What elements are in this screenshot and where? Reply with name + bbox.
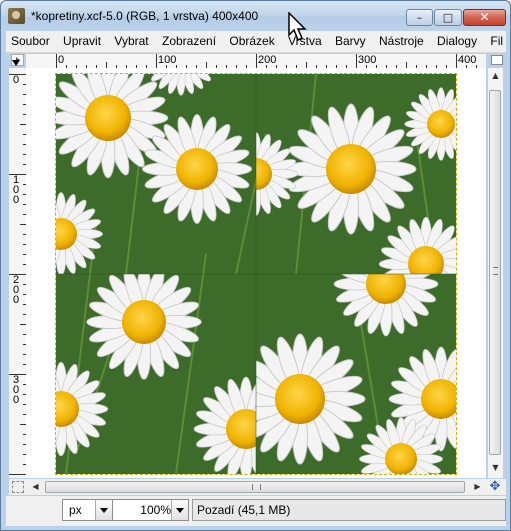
horizontal-grip-icon	[252, 484, 261, 490]
vertical-scrollbar[interactable]: ▲ ▼	[488, 68, 503, 478]
menu-barvy[interactable]: Barvy	[330, 31, 370, 52]
menu-bar: Soubor Upravit Vybrat Zobrazení Obrázek …	[6, 31, 506, 53]
hruler-label-300: 300	[358, 54, 377, 66]
menu-zobrazeni[interactable]: Zobrazení	[157, 31, 220, 52]
image-canvas[interactable]	[26, 68, 486, 478]
vertical-ruler[interactable]: 0 100 200 300	[9, 68, 27, 478]
window-title: *kopretiny.xcf-5.0 (RGB, 1 vrstva) 400x4…	[31, 9, 259, 23]
zoom-fit-icon[interactable]	[491, 55, 503, 65]
menu-filtry[interactable]: Fil	[485, 31, 506, 52]
menu-soubor[interactable]: Soubor	[6, 31, 54, 52]
maximize-icon: □	[442, 11, 454, 24]
unit-select[interactable]: px	[62, 499, 113, 521]
chevron-down-icon[interactable]	[95, 500, 112, 520]
maximize-button[interactable]: □	[434, 9, 462, 26]
navigate-icon[interactable]: ✥	[488, 480, 502, 494]
horizontal-scrollbar-row: ◀ ▶	[9, 479, 506, 495]
menu-obrazek[interactable]: Obrázek	[224, 31, 278, 52]
horizontal-ruler[interactable]: 0 100 200 300 400	[26, 54, 486, 69]
status-bar: px 100% Pozadí (45,1 MB)	[6, 496, 506, 526]
zoom-value: 100%	[140, 503, 171, 517]
vruler-label-0: 0	[12, 74, 20, 86]
menu-nastroje[interactable]: Nástroje	[374, 31, 428, 52]
menu-vybrat[interactable]: Vybrat	[109, 31, 152, 52]
vertical-ruler-ticks	[9, 74, 26, 475]
vertical-grip-icon	[493, 267, 498, 275]
hruler-label-100: 100	[158, 54, 177, 66]
mouse-cursor-icon	[288, 12, 307, 42]
zoom-select[interactable]: 100%	[112, 499, 189, 521]
vruler-label-200: 200	[12, 274, 20, 306]
close-button[interactable]: ✕	[463, 9, 506, 26]
ruler-pointer-icon	[12, 60, 20, 66]
hruler-label-400: 400	[458, 54, 477, 66]
app-icon	[8, 8, 25, 24]
gimp-image-window: *kopretiny.xcf-5.0 (RGB, 1 vrstva) 400x4…	[0, 0, 511, 531]
vruler-label-100: 100	[12, 174, 20, 206]
close-icon: ✕	[479, 10, 490, 24]
daisies-image	[56, 74, 456, 474]
title-bar[interactable]: *kopretiny.xcf-5.0 (RGB, 1 vrstva) 400x4…	[1, 1, 510, 31]
vertical-scroll-thumb[interactable]	[489, 90, 501, 455]
minimize-button[interactable]: –	[406, 9, 433, 26]
scroll-left-icon[interactable]: ◀	[29, 481, 42, 493]
vruler-label-300: 300	[12, 374, 20, 406]
horizontal-ruler-ticks	[56, 54, 477, 68]
unit-value: px	[69, 503, 82, 517]
scroll-down-icon[interactable]: ▼	[489, 462, 502, 474]
menu-upravit[interactable]: Upravit	[58, 31, 105, 52]
status-message: Pozadí (45,1 MB)	[192, 499, 506, 521]
quick-mask-icon[interactable]	[12, 481, 24, 493]
hruler-label-0: 0	[58, 54, 65, 66]
horizontal-scroll-thumb[interactable]	[45, 481, 465, 493]
chevron-down-icon[interactable]	[171, 500, 188, 520]
menu-dialogy[interactable]: Dialogy	[432, 31, 481, 52]
image-layer[interactable]	[55, 73, 457, 475]
hruler-label-200: 200	[258, 54, 277, 66]
scroll-up-icon[interactable]: ▲	[489, 70, 502, 82]
minimize-icon: –	[416, 11, 423, 24]
scroll-right-icon[interactable]: ▶	[471, 481, 484, 493]
